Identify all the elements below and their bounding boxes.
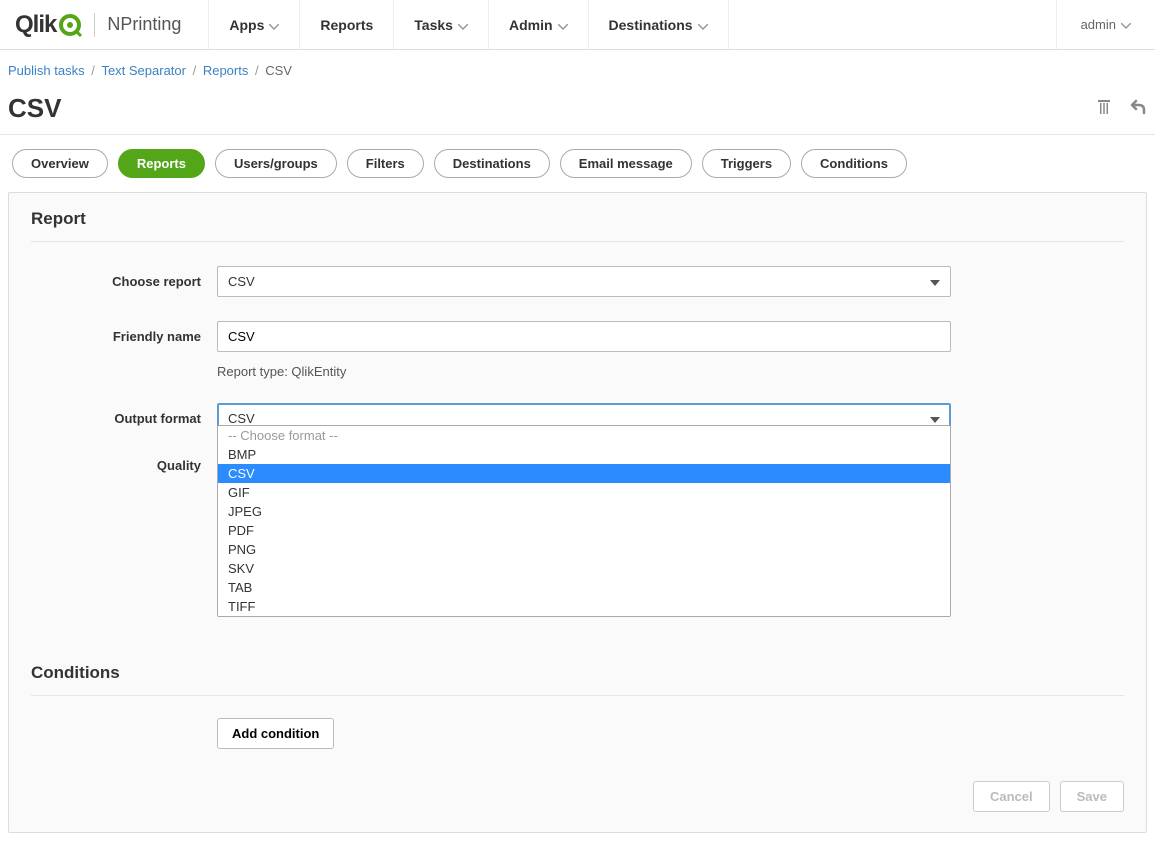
dropdown-option-csv[interactable]: CSV <box>218 464 950 483</box>
dropdown-option-tab[interactable]: TAB <box>218 578 950 597</box>
nav-item-tasks[interactable]: Tasks <box>394 0 489 49</box>
section-report-title: Report <box>31 209 1124 242</box>
top-nav: Qlik NPrinting AppsReportsTasksAdminDest… <box>0 0 1155 50</box>
cancel-button[interactable]: Cancel <box>973 781 1050 812</box>
logo-divider <box>94 13 95 37</box>
back-icon[interactable] <box>1129 98 1147 119</box>
nav-items: AppsReportsTasksAdminDestinations <box>208 0 728 49</box>
nav-item-destinations[interactable]: Destinations <box>589 0 729 49</box>
choose-report-label: Choose report <box>31 274 217 289</box>
tab-destinations[interactable]: Destinations <box>434 149 550 178</box>
tab-users-groups[interactable]: Users/groups <box>215 149 337 178</box>
choose-report-value: CSV <box>228 274 255 289</box>
breadcrumb-link[interactable]: Publish tasks <box>8 63 85 78</box>
tab-overview[interactable]: Overview <box>12 149 108 178</box>
qlik-logo-icon <box>58 13 82 37</box>
tab-email-message[interactable]: Email message <box>560 149 692 178</box>
dropdown-placeholder: -- Choose format -- <box>218 426 950 445</box>
page-title: CSV <box>8 93 61 124</box>
page-header: CSV <box>0 91 1155 135</box>
chevron-down-icon <box>269 17 279 33</box>
friendly-name-label: Friendly name <box>31 329 217 344</box>
friendly-name-input[interactable] <box>228 329 940 344</box>
output-format-dropdown: -- Choose format --BMPCSVGIFJPEGPDFPNGSK… <box>217 425 951 617</box>
dropdown-option-png[interactable]: PNG <box>218 540 950 559</box>
breadcrumb-link[interactable]: Text Separator <box>101 63 186 78</box>
tab-conditions[interactable]: Conditions <box>801 149 907 178</box>
product-name: NPrinting <box>107 14 181 35</box>
chevron-down-icon <box>930 274 940 289</box>
user-label: admin <box>1081 17 1116 32</box>
nav-item-apps[interactable]: Apps <box>208 0 300 49</box>
delete-icon[interactable] <box>1095 98 1113 119</box>
header-actions <box>1095 98 1147 119</box>
breadcrumb-current: CSV <box>265 63 292 78</box>
breadcrumb-sep: / <box>88 63 99 78</box>
dropdown-option-skv[interactable]: SKV <box>218 559 950 578</box>
logo-section: Qlik NPrinting <box>0 11 196 39</box>
breadcrumb-sep: / <box>251 63 262 78</box>
breadcrumb-link[interactable]: Reports <box>203 63 249 78</box>
section-conditions-title: Conditions <box>31 645 1124 696</box>
dropdown-option-tiff[interactable]: TIFF <box>218 597 950 616</box>
tab-filters[interactable]: Filters <box>347 149 424 178</box>
quality-label: Quality <box>31 458 217 473</box>
friendly-name-input-wrap <box>217 321 951 352</box>
content-panel: Report Choose report CSV Friendly name R… <box>8 192 1147 833</box>
report-type-text: Report type: QlikEntity <box>217 364 1124 379</box>
nav-item-admin[interactable]: Admin <box>489 0 589 49</box>
dropdown-option-bmp[interactable]: BMP <box>218 445 950 464</box>
tab-triggers[interactable]: Triggers <box>702 149 791 178</box>
tabs-row: Overview Reports Users/groups Filters Destin… <box>0 135 1155 192</box>
chevron-down-icon <box>930 411 940 426</box>
dropdown-option-jpeg[interactable]: JPEG <box>218 502 950 521</box>
chevron-down-icon <box>698 17 708 33</box>
choose-report-select[interactable]: CSV <box>217 266 951 297</box>
dropdown-option-pdf[interactable]: PDF <box>218 521 950 540</box>
output-format-label: Output format <box>31 411 217 426</box>
chevron-down-icon <box>458 17 468 33</box>
dropdown-option-gif[interactable]: GIF <box>218 483 950 502</box>
tab-reports[interactable]: Reports <box>118 149 205 178</box>
breadcrumb-sep: / <box>189 63 200 78</box>
breadcrumb: Publish tasks / Text Separator / Reports… <box>0 50 1155 91</box>
footer-actions: Cancel Save <box>31 781 1124 812</box>
qlik-logo-text: Qlik <box>15 11 56 39</box>
row-friendly-name: Friendly name <box>31 321 1124 352</box>
save-button[interactable]: Save <box>1060 781 1124 812</box>
chevron-down-icon <box>1121 17 1131 32</box>
output-format-value: CSV <box>228 411 255 426</box>
row-choose-report: Choose report CSV <box>31 266 1124 297</box>
chevron-down-icon <box>558 17 568 33</box>
nav-item-reports[interactable]: Reports <box>300 0 394 49</box>
user-menu[interactable]: admin <box>1056 0 1155 49</box>
